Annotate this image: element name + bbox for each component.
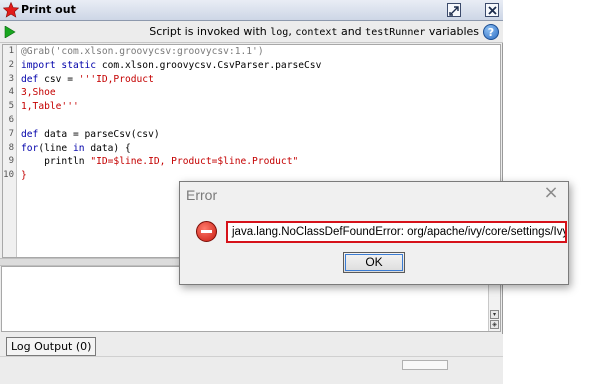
dialog-title: Error: [186, 187, 218, 203]
line-number: 9: [8, 156, 14, 167]
restore-button[interactable]: [447, 3, 461, 17]
info-suffix: variables: [425, 25, 479, 38]
code-line: def data = parseCsv(csv): [21, 128, 500, 142]
script-info-text: Script is invoked with log, context and …: [149, 25, 479, 38]
close-button[interactable]: [485, 3, 499, 17]
code-token: }: [21, 170, 27, 182]
var-log: log: [270, 27, 289, 38]
code-line: 1,Table''': [21, 100, 500, 114]
status-bar: [0, 356, 503, 384]
scroll-end-icon[interactable]: ◈: [490, 320, 499, 329]
line-number: 2: [8, 59, 14, 70]
play-icon[interactable]: [4, 26, 16, 38]
code-token: @Grab('com.xlson.groovycsv:groovycsv:1.1…: [21, 46, 264, 57]
line-number: 5: [8, 101, 14, 112]
code-line: println "ID=$line.ID, Product=$line.Prod…: [21, 155, 500, 169]
line-number: 7: [8, 128, 14, 139]
var-testrunner: testRunner: [365, 27, 426, 38]
error-message: java.lang.NoClassDefFoundError: org/apac…: [226, 221, 567, 243]
code-token: "ID=$line.ID, Product=$line.Product": [90, 156, 299, 168]
code-token: data) {: [84, 142, 131, 154]
tab-log-output[interactable]: Log Output (0): [6, 337, 97, 356]
toolbar: Script is invoked with log, context and …: [0, 21, 503, 43]
line-number: 4: [8, 87, 14, 98]
line-number: 6: [8, 114, 14, 125]
code-token: '''ID,Product: [78, 73, 154, 85]
restore-icon: [449, 6, 459, 16]
line-number: 8: [8, 142, 14, 153]
code-token: def: [21, 73, 39, 85]
line-number: 10: [3, 170, 14, 181]
window-titlebar[interactable]: Print out: [0, 0, 503, 21]
code-token: (line: [38, 142, 73, 154]
close-icon: [488, 6, 497, 15]
var-context: context: [295, 27, 338, 38]
window-title: Print out: [21, 3, 76, 16]
code-token: com.xlson.groovycsv.CsvParser.parseCsv: [96, 59, 322, 71]
close-icon[interactable]: ×: [542, 184, 560, 203]
code-token: println: [21, 156, 91, 168]
info-sep2: and: [337, 25, 366, 38]
line-number: 3: [8, 73, 14, 84]
code-line: def csv = '''ID,Product: [21, 73, 500, 87]
output-tabbar: Log Output (0): [0, 334, 503, 356]
star-icon: [3, 2, 19, 18]
code-token: csv =: [38, 73, 79, 85]
error-dialog: Error × java.lang.NoClassDefFoundError: …: [179, 181, 569, 285]
code-token: 3,Shoe: [21, 87, 56, 99]
code-token: import static: [21, 59, 97, 71]
line-number: 1: [8, 46, 14, 56]
code-token: 1,Table''': [21, 101, 79, 113]
help-icon[interactable]: ?: [483, 24, 499, 40]
code-token: in: [72, 142, 85, 154]
code-area[interactable]: @Grab('com.xlson.groovycsv:groovycsv:1.1…: [21, 45, 500, 183]
code-line: @Grab('com.xlson.groovycsv:groovycsv:1.1…: [21, 45, 500, 59]
error-icon: [196, 221, 217, 242]
scroll-down-icon[interactable]: ▾: [490, 310, 499, 319]
code-line: for(line in data) {: [21, 142, 500, 156]
code-line: import static com.xlson.groovycsv.CsvPar…: [21, 59, 500, 73]
code-token: def: [21, 128, 39, 140]
code-token: for: [21, 142, 39, 154]
status-field: [402, 360, 448, 370]
line-number-gutter: 1 2 3 4 5 6 7 8 9 10: [3, 45, 17, 257]
code-line: 3,Shoe: [21, 86, 500, 100]
code-token: data = parseCsv(csv): [38, 128, 160, 140]
info-prefix: Script is invoked with: [149, 25, 271, 38]
ok-button[interactable]: OK: [343, 252, 405, 273]
